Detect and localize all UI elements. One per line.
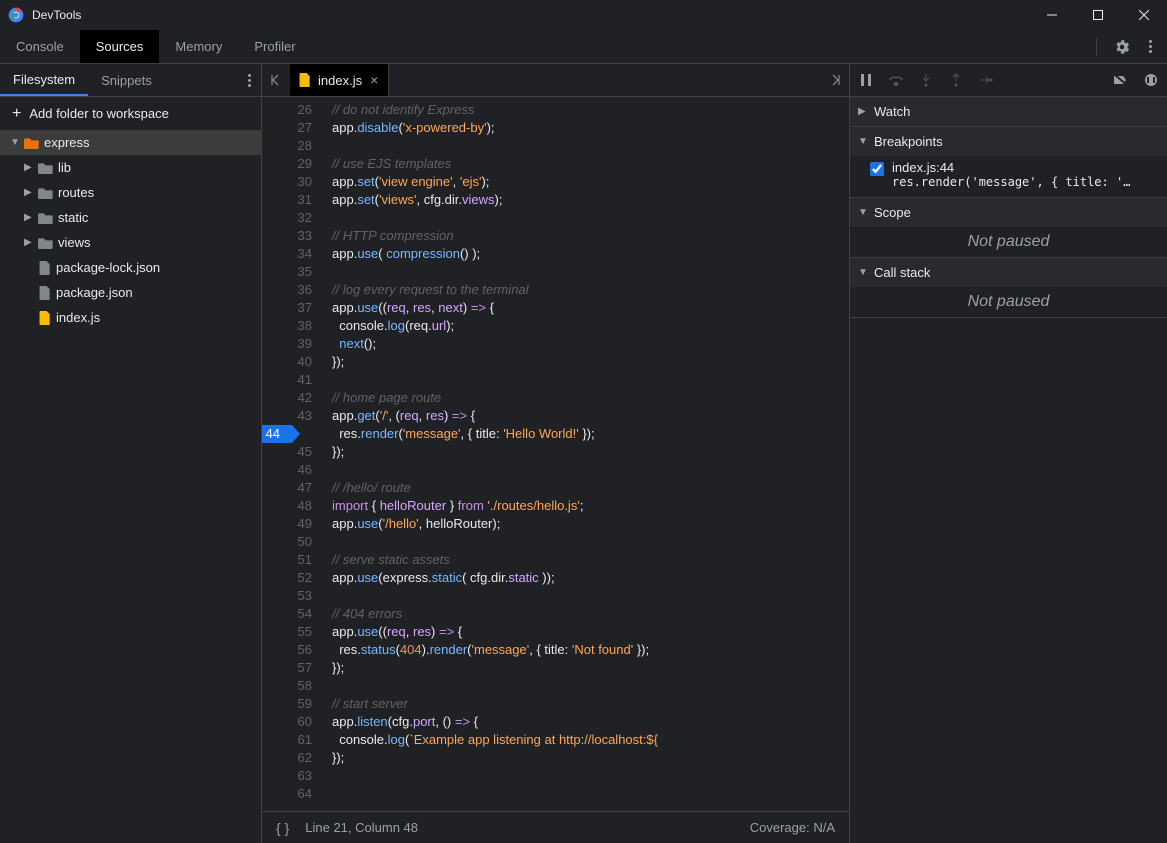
callstack-section: ▼ Call stack Not paused (850, 258, 1167, 318)
tree-label: express (44, 135, 90, 150)
chevron-down-icon: ▼ (858, 136, 870, 147)
plus-icon: + (12, 105, 21, 123)
breakpoint-snippet: res.render('message', { title: '… (892, 175, 1130, 189)
scope-not-paused: Not paused (850, 227, 1167, 257)
breakpoints-header[interactable]: ▼ Breakpoints (850, 127, 1167, 156)
file-tree: ▼ express ▶ lib ▶ routes ▶ static ▶ views pa… (0, 130, 261, 843)
section-title: Scope (874, 205, 911, 220)
tree-file[interactable]: package.json (0, 280, 261, 305)
editor-tab-label: index.js (318, 73, 362, 88)
more-icon[interactable] (1141, 38, 1159, 56)
add-folder-label: Add folder to workspace (29, 106, 168, 121)
js-file-icon (38, 311, 52, 325)
folder-icon (38, 236, 54, 250)
breakpoint-checkbox[interactable] (870, 162, 884, 176)
tree-label: static (58, 210, 88, 225)
separator (1096, 38, 1097, 56)
coverage-status: Coverage: N/A (750, 820, 835, 835)
settings-icon[interactable] (1113, 38, 1131, 56)
file-icon (38, 261, 52, 275)
scope-header[interactable]: ▼ Scope (850, 198, 1167, 227)
debugger-toolbar (850, 64, 1167, 97)
nav-back-icon[interactable] (262, 64, 290, 96)
pause-icon[interactable] (858, 72, 874, 88)
step-over-icon[interactable] (888, 72, 904, 88)
chevron-right-icon: ▶ (24, 212, 34, 223)
watch-header[interactable]: ▶ Watch (850, 97, 1167, 126)
js-file-icon (298, 73, 312, 87)
titlebar: DevTools (0, 0, 1167, 30)
section-title: Call stack (874, 265, 930, 280)
chevron-right-icon: ▶ (858, 106, 870, 117)
tab-profiler[interactable]: Profiler (238, 30, 311, 63)
tree-folder[interactable]: ▶ views (0, 230, 261, 255)
code-editor[interactable]: 2627282930313233343536373839404142434445… (262, 97, 849, 811)
pretty-print-icon[interactable]: { } (276, 820, 289, 836)
cursor-position: Line 21, Column 48 (305, 820, 418, 835)
debugger-panel: ▶ Watch ▼ Breakpoints index.js:44 res.rend… (849, 64, 1167, 843)
panel-tabs: Console Sources Memory Profiler (0, 30, 1167, 64)
minimize-button[interactable] (1029, 0, 1075, 30)
deactivate-breakpoints-icon[interactable] (1113, 72, 1129, 88)
tree-folder[interactable]: ▶ static (0, 205, 261, 230)
window-title: DevTools (32, 8, 81, 22)
callstack-header[interactable]: ▼ Call stack (850, 258, 1167, 287)
tab-memory[interactable]: Memory (159, 30, 238, 63)
chrome-icon (8, 7, 24, 23)
navigator-panel: Filesystem Snippets + Add folder to work… (0, 64, 262, 843)
code-area[interactable]: // do not identify Expressapp.disable('x… (322, 97, 849, 811)
maximize-button[interactable] (1075, 0, 1121, 30)
step-out-icon[interactable] (948, 72, 964, 88)
line-gutter[interactable]: 2627282930313233343536373839404142434445… (262, 97, 322, 811)
tree-file[interactable]: package-lock.json (0, 255, 261, 280)
tree-folder[interactable]: ▶ lib (0, 155, 261, 180)
breakpoint-location: index.js:44 (892, 160, 1130, 175)
step-icon[interactable] (978, 72, 994, 88)
callstack-not-paused: Not paused (850, 287, 1167, 317)
close-tab-icon[interactable]: × (370, 72, 378, 88)
watch-section: ▶ Watch (850, 97, 1167, 127)
chevron-down-icon: ▼ (858, 207, 870, 218)
tree-label: routes (58, 185, 94, 200)
breakpoints-section: ▼ Breakpoints index.js:44 res.render('mes… (850, 127, 1167, 198)
tab-console[interactable]: Console (0, 30, 80, 63)
folder-icon (38, 186, 54, 200)
tree-label: package-lock.json (56, 260, 160, 275)
folder-icon (24, 136, 40, 150)
fs-tab-filesystem[interactable]: Filesystem (0, 64, 88, 96)
chevron-right-icon: ▶ (24, 162, 34, 173)
close-button[interactable] (1121, 0, 1167, 30)
chevron-right-icon: ▶ (24, 237, 34, 248)
breakpoint-row[interactable]: index.js:44 res.render('message', { titl… (870, 160, 1159, 189)
scope-section: ▼ Scope Not paused (850, 198, 1167, 258)
folder-icon (38, 161, 54, 175)
file-icon (38, 286, 52, 300)
tree-label: package.json (56, 285, 133, 300)
chevron-down-icon: ▼ (858, 267, 870, 278)
tree-file[interactable]: index.js (0, 305, 261, 330)
add-folder-button[interactable]: + Add folder to workspace (0, 97, 261, 130)
nav-forward-icon[interactable] (821, 64, 849, 96)
pause-on-exceptions-icon[interactable] (1143, 72, 1159, 88)
section-title: Watch (874, 104, 910, 119)
tree-label: index.js (56, 310, 100, 325)
tree-label: views (58, 235, 91, 250)
tree-folder[interactable]: ▶ routes (0, 180, 261, 205)
step-into-icon[interactable] (918, 72, 934, 88)
folder-icon (38, 211, 54, 225)
chevron-right-icon: ▶ (24, 187, 34, 198)
tree-label: lib (58, 160, 71, 175)
tab-sources[interactable]: Sources (80, 30, 160, 63)
status-bar: { } Line 21, Column 48 Coverage: N/A (262, 811, 849, 843)
fs-tab-snippets[interactable]: Snippets (88, 64, 165, 96)
tree-folder-root[interactable]: ▼ express (0, 130, 261, 155)
editor-tab[interactable]: index.js × (290, 64, 389, 96)
editor-panel: index.js × 26272829303132333435363738394… (262, 64, 849, 843)
chevron-down-icon: ▼ (10, 137, 20, 148)
navigator-more-icon[interactable] (238, 64, 261, 96)
section-title: Breakpoints (874, 134, 943, 149)
